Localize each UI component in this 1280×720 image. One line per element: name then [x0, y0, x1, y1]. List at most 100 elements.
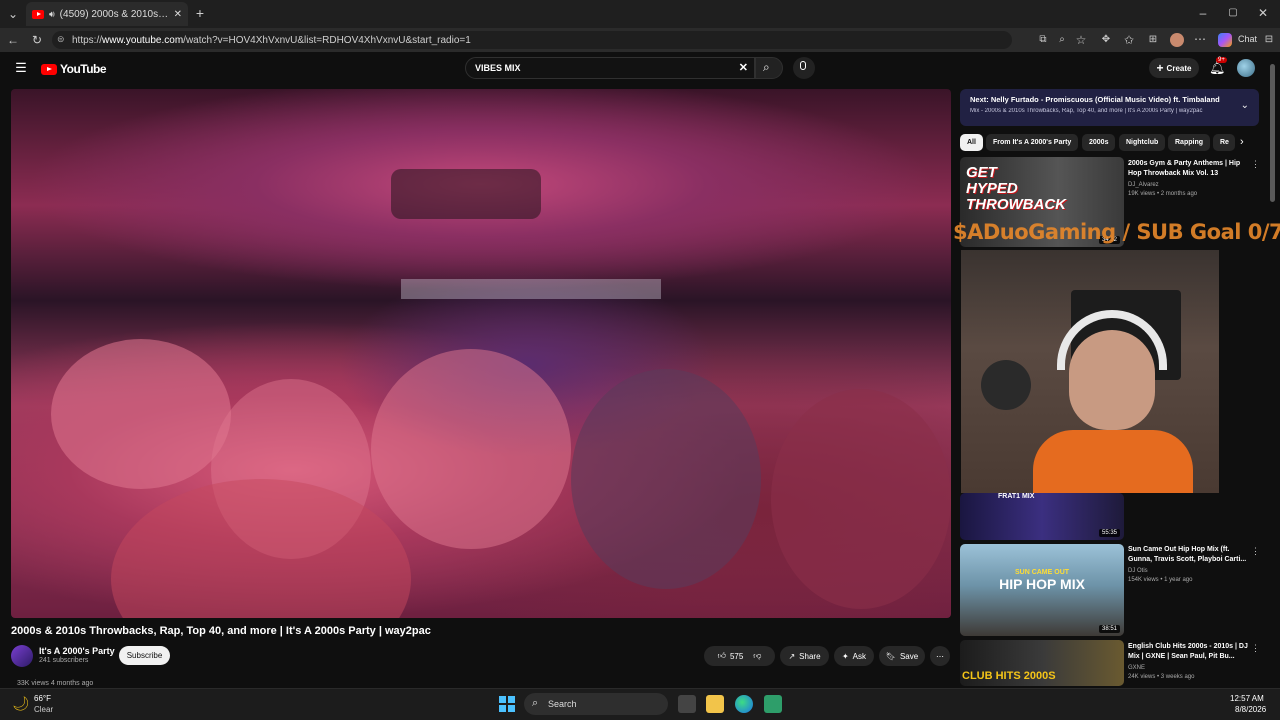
channel-name[interactable]: GXNE: [1128, 664, 1253, 673]
tab-list-chevron-icon[interactable]: ⌄: [6, 7, 20, 21]
clock-date[interactable]: 8/8/2026: [1235, 705, 1266, 714]
channel-avatar[interactable]: [11, 645, 33, 667]
close-window-icon[interactable]: ✕: [1256, 6, 1270, 20]
more-actions-button[interactable]: ⋯: [930, 646, 950, 666]
file-explorer-icon[interactable]: [706, 695, 724, 713]
refresh-icon[interactable]: ↻: [30, 33, 44, 47]
ceiling-dj-booth: [391, 169, 541, 219]
like-count: 575: [729, 651, 744, 661]
crowd-figure: [51, 339, 231, 489]
weather-condition[interactable]: Clear: [34, 705, 53, 714]
youtube-logo-icon: [41, 63, 57, 75]
clear-search-icon[interactable]: ✕: [739, 61, 748, 74]
subscriber-count: 241 subscribers: [39, 657, 89, 664]
profile-avatar[interactable]: [1170, 33, 1184, 47]
search-icon: ⌕: [532, 697, 539, 709]
url-path: /watch?v=HOV4XhVxnvU&list=RDHOV4XhVxnvU&…: [183, 34, 471, 46]
subscribe-button[interactable]: Subscribe: [119, 646, 170, 665]
search-value: VIBES MIX: [475, 63, 521, 73]
video-thumbnail[interactable]: SUN CAME OUT HIP HOP MIX 38:51: [960, 544, 1124, 636]
up-next-box[interactable]: Next: Nelly Furtado - Promiscuous (Offic…: [960, 89, 1259, 126]
save-button[interactable]: 🔖︎ Save: [879, 646, 925, 666]
open-in-app-icon[interactable]: ⧉: [1036, 33, 1050, 47]
sparkle-icon: ✦: [841, 651, 849, 661]
create-button[interactable]: + Create: [1149, 58, 1199, 78]
browser-tab-youtube[interactable]: 🔊︎ (4509) 2000s & 2010s Throwbacks ✕: [26, 2, 188, 26]
start-windows-icon[interactable]: [498, 695, 516, 713]
zoom-icon[interactable]: ⌕: [1055, 33, 1069, 47]
account-avatar[interactable]: [1237, 59, 1255, 77]
task-view-icon[interactable]: [678, 695, 696, 713]
channel-name[interactable]: DJ Otis: [1128, 567, 1253, 576]
chip-more[interactable]: Re: [1213, 134, 1235, 151]
chip-2000s[interactable]: 2000s: [1082, 134, 1116, 151]
url-host: www.youtube.com: [102, 34, 184, 46]
menu-icon[interactable]: ☰: [14, 61, 28, 75]
ask-label: Ask: [852, 651, 867, 661]
speaker-icon[interactable]: 🔊︎: [49, 9, 55, 20]
channel-name[interactable]: DJ_Alvarez: [1128, 181, 1253, 190]
chevron-down-icon[interactable]: ⌄: [1241, 100, 1249, 111]
copilot-icon[interactable]: [1218, 33, 1232, 47]
thumbnail-subtext: SUN CAME OUT: [1014, 569, 1070, 576]
thumbnail-text: FRAT1 MIX: [998, 493, 1035, 500]
thumbs-down-icon[interactable]: 👎︎: [753, 651, 761, 661]
chip-all[interactable]: All: [960, 134, 983, 151]
streamer-webcam-overlay: [961, 250, 1219, 493]
clock-time[interactable]: 12:57 AM: [1230, 694, 1264, 703]
stage-screens: [401, 279, 661, 299]
thumbnail-text: HIP HOP MIX: [999, 576, 1085, 592]
close-tab-icon[interactable]: ✕: [174, 9, 182, 20]
address-field[interactable]: ⊜ https://www.youtube.com/watch?v=HOV4Xh…: [52, 31, 1012, 49]
favorite-star-icon[interactable]: ☆: [1074, 33, 1088, 47]
video-title[interactable]: Sun Came Out Hip Hop Mix (ft. Gunna, Tra…: [1128, 545, 1253, 565]
favorites-icon[interactable]: ✩: [1122, 33, 1136, 47]
more-options-icon[interactable]: ⋯: [1193, 32, 1207, 46]
like-dislike-group: 👍︎ 575 👎︎: [704, 646, 775, 666]
maximize-icon[interactable]: ▢: [1226, 6, 1240, 20]
video-meta: 24K views • 3 weeks ago: [1128, 674, 1195, 680]
back-icon[interactable]: ←: [6, 33, 20, 47]
chip-rapping[interactable]: Rapping: [1168, 134, 1210, 151]
app-icon[interactable]: [764, 695, 782, 713]
minimize-icon[interactable]: –: [1196, 6, 1210, 20]
voice-search-button[interactable]: [793, 57, 815, 79]
video-thumbnail[interactable]: FRAT1 MIX 55:35: [960, 493, 1124, 540]
streamer-shirt: [1033, 430, 1193, 493]
share-button[interactable]: ↗ Share: [780, 646, 829, 666]
save-label: Save: [899, 651, 919, 661]
weather-temperature[interactable]: 66°F: [34, 694, 51, 703]
create-label: Create: [1166, 63, 1192, 73]
copilot-chat-label[interactable]: Chat: [1238, 34, 1257, 44]
chips-next-arrow-icon[interactable]: ›: [1240, 136, 1244, 148]
search-button[interactable]: ⌕: [755, 57, 783, 79]
chip-from-channel[interactable]: From It's A 2000's Party: [986, 134, 1079, 151]
more-vert-icon[interactable]: ⋮: [1251, 159, 1260, 170]
video-thumbnail[interactable]: CLUB HITS 2000S: [960, 640, 1124, 686]
thumbs-up-icon: 👍︎: [717, 651, 726, 660]
weather-moon-icon[interactable]: 🌙︎: [12, 695, 30, 712]
like-button[interactable]: 👍︎ 575: [718, 651, 744, 661]
search-input[interactable]: VIBES MIX ✕: [465, 57, 755, 79]
site-info-icon[interactable]: ⊜: [57, 34, 65, 45]
extensions-icon[interactable]: ✥: [1099, 33, 1113, 47]
thumbnail-text: CLUB HITS 2000S: [962, 670, 1056, 682]
edge-browser-icon[interactable]: [735, 695, 753, 713]
youtube-logo-text: YouTube: [60, 62, 107, 76]
more-vert-icon[interactable]: ⋮: [1251, 546, 1260, 557]
new-tab-icon[interactable]: +: [193, 6, 207, 20]
chip-nightclub[interactable]: Nightclub: [1119, 134, 1166, 151]
channel-name[interactable]: It's A 2000's Party: [39, 646, 115, 656]
page-scrollbar[interactable]: [1270, 64, 1275, 202]
taskbar-search[interactable]: ⌕ Search: [524, 693, 668, 715]
more-vert-icon[interactable]: ⋮: [1251, 643, 1260, 654]
collections-icon[interactable]: ⊞: [1146, 33, 1160, 47]
video-title[interactable]: English Club Hits 2000s - 2010s | DJ Mix…: [1128, 642, 1253, 662]
youtube-logo[interactable]: YouTube: [41, 62, 107, 76]
stream-goal-overlay: $ADuoGaming / SUB Goal 0/7: [953, 220, 1280, 244]
sidebar-toggle-icon[interactable]: ⊟: [1262, 33, 1276, 47]
video-player[interactable]: [11, 89, 951, 618]
crowd-figure: [771, 389, 951, 609]
video-title[interactable]: 2000s Gym & Party Anthems | Hip Hop Thro…: [1128, 159, 1253, 179]
ask-button[interactable]: ✦ Ask: [834, 646, 874, 666]
